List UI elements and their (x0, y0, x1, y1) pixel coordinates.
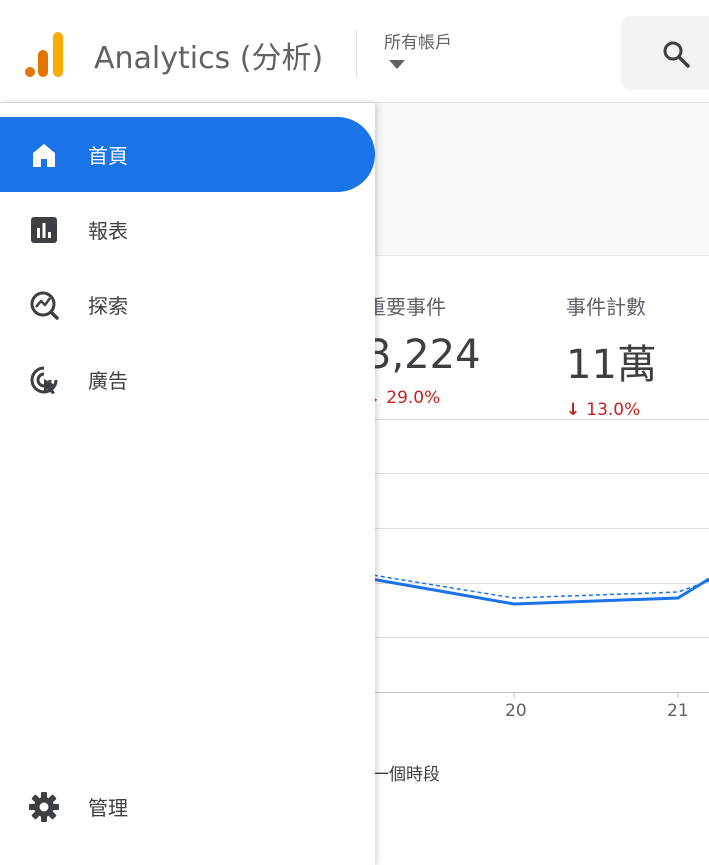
search-button[interactable] (621, 16, 709, 90)
navigation-drawer: 首頁 報表 探索 廣告 管理 (0, 103, 375, 865)
nav-item-home[interactable]: 首頁 (0, 117, 375, 192)
nav-label: 首頁 (88, 144, 128, 168)
app-title: Analytics (分析) (94, 41, 324, 76)
caret-down-icon[interactable] (389, 60, 405, 69)
nav-item-advertising[interactable]: 廣告 (0, 342, 375, 417)
nav-label: 管理 (88, 796, 128, 820)
analytics-logo-icon[interactable] (24, 30, 66, 78)
bar-chart-icon (27, 213, 61, 247)
advertising-icon (27, 363, 61, 397)
comparison-period-note: 一個時段 (372, 765, 440, 785)
gear-icon (27, 790, 61, 824)
header-divider (356, 30, 357, 78)
x-tick-label: 21 (667, 701, 689, 721)
nav-label: 探索 (88, 294, 128, 318)
nav-label: 廣告 (88, 369, 128, 393)
nav-item-admin[interactable]: 管理 (0, 769, 375, 844)
nav-item-explore[interactable]: 探索 (0, 267, 375, 342)
explore-icon (27, 288, 61, 322)
account-selector-label[interactable]: 所有帳戶 (384, 28, 452, 53)
search-icon[interactable] (661, 39, 691, 69)
home-icon (27, 138, 61, 172)
top-app-bar: Analytics (分析) 所有帳戶 (0, 0, 709, 103)
x-tick-label: 20 (505, 701, 527, 721)
nav-item-reports[interactable]: 報表 (0, 192, 375, 267)
nav-label: 報表 (88, 219, 128, 243)
